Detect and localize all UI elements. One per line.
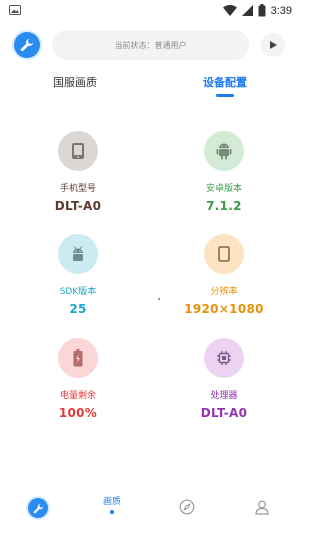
nav-quality[interactable]: 画质 [92, 490, 132, 526]
user-status-bar: 当前状态：普通用户 [52, 30, 249, 60]
card-icon-circle [58, 338, 98, 378]
card-resolution: 分辨率 1920×1080 [164, 234, 284, 316]
user-status-text: 当前状态：普通用户 [114, 40, 187, 50]
wrench-icon [33, 503, 43, 513]
bottom-nav: 画质 [0, 490, 300, 526]
card-icon-circle [58, 131, 98, 171]
tab-device-config[interactable]: 设备配置 [203, 74, 247, 90]
card-sdk-version: SDK版本 25 [18, 234, 138, 316]
card-label: SDK版本 [59, 287, 97, 297]
phone-icon [72, 143, 84, 159]
nav-tools[interactable] [18, 490, 58, 526]
card-battery: 电量剩余 100% [18, 338, 138, 420]
nav-active-dot [110, 510, 114, 514]
top-bar: 当前状态：普通用户 [0, 28, 300, 62]
gallery-notification-icon [9, 5, 21, 15]
active-tab-indicator [216, 94, 234, 97]
card-value: DLT-A0 [200, 406, 248, 420]
screen-icon [218, 246, 230, 262]
card-value: 1920×1080 [184, 302, 264, 316]
nav-wrench-badge [28, 498, 48, 518]
card-icon-circle [58, 234, 98, 274]
play-icon [270, 41, 277, 49]
card-icon-circle [204, 338, 244, 378]
card-android-version: 安卓版本 7.1.2 [164, 131, 284, 213]
card-value: DLT-A0 [54, 199, 102, 213]
card-value: 100% [58, 406, 98, 420]
card-phone-model: 手机型号 DLT-A0 [18, 131, 138, 213]
card-label: 安卓版本 [205, 184, 242, 194]
card-label: 分辨率 [210, 287, 238, 297]
battery-icon [73, 349, 83, 367]
tab-bar: 国服画质 设备配置 [0, 74, 300, 100]
divider-dot [158, 298, 160, 300]
nav-discover[interactable] [167, 490, 207, 526]
card-label: 电量剩余 [59, 391, 96, 401]
card-processor: 处理器 DLT-A0 [164, 338, 284, 420]
card-icon-circle [204, 234, 244, 274]
android-icon [216, 143, 232, 160]
user-icon [255, 500, 269, 515]
card-value: 25 [69, 302, 87, 316]
wifi-icon [222, 5, 237, 16]
status-time: 3:39 [270, 4, 292, 17]
battery-status-icon [258, 4, 266, 17]
signal-icon [241, 5, 253, 16]
card-icon-circle [204, 131, 244, 171]
wrench-icon [20, 39, 33, 52]
android-head-icon [73, 246, 83, 261]
status-bar: 3:39 [0, 0, 300, 22]
wrench-button[interactable] [14, 32, 40, 58]
play-button[interactable] [261, 33, 285, 57]
nav-profile[interactable] [242, 490, 282, 526]
nav-quality-label: 画质 [102, 497, 121, 507]
card-label: 手机型号 [59, 184, 96, 194]
chip-icon [217, 351, 231, 365]
tab-national-quality[interactable]: 国服画质 [53, 74, 97, 90]
card-value: 7.1.2 [206, 199, 242, 213]
compass-icon [179, 499, 195, 515]
card-label: 处理器 [210, 391, 238, 401]
